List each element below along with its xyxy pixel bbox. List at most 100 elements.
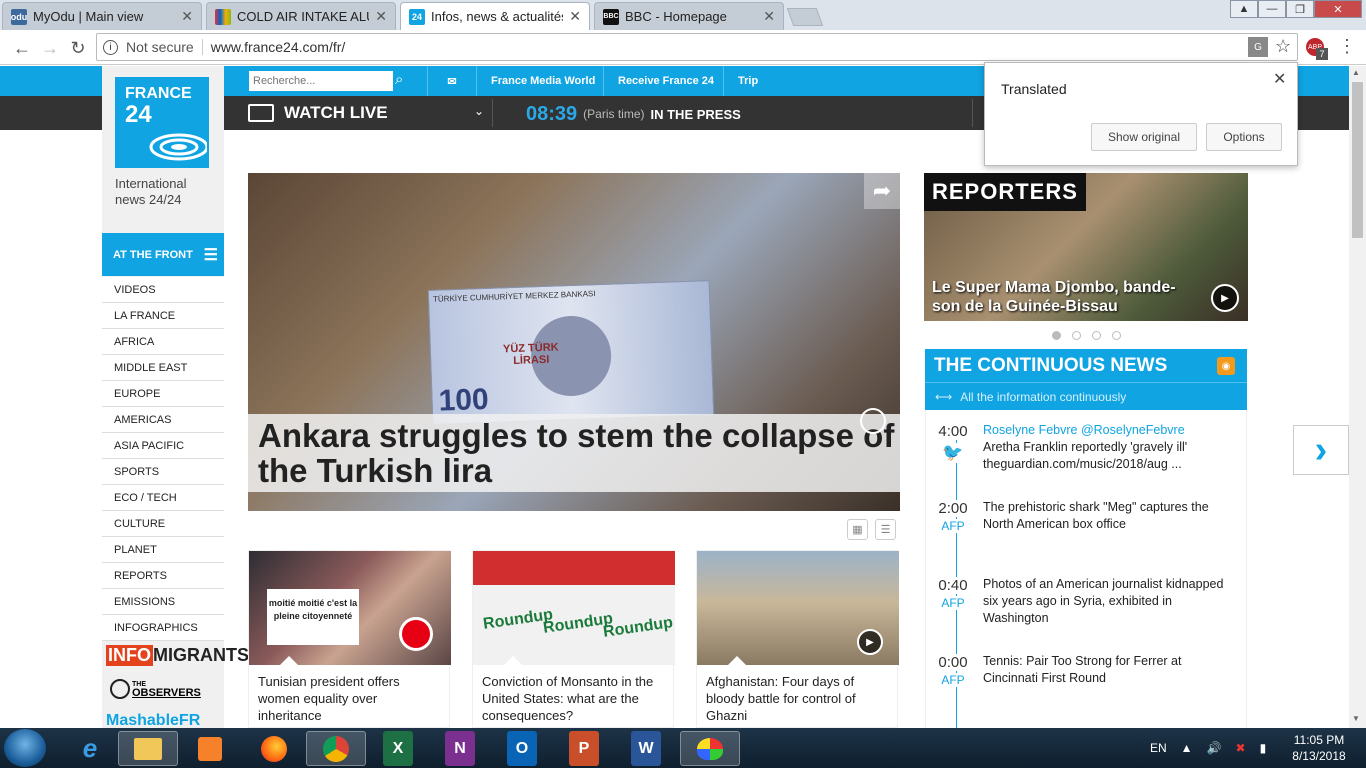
carousel-dot[interactable] [1072,331,1081,340]
play-icon[interactable]: ▶ [1211,284,1239,312]
hero-play-icon[interactable] [860,408,886,434]
word-icon[interactable]: W [631,731,661,766]
hamburger-icon[interactable]: ☰ [204,245,218,265]
network-icon[interactable]: ✖ [1236,741,1246,755]
tab-france24[interactable]: 24 Infos, news & actualités ✕ [400,2,590,30]
menu-videos[interactable]: VIDEOS [102,277,224,303]
mail-icon[interactable]: ✉ [427,66,476,96]
menu-africa[interactable]: AFRICA [102,329,224,355]
press-ticker[interactable]: 08:39 (Paris time) IN THE PRESS [526,100,741,128]
start-button[interactable] [4,729,46,767]
nav-receive-france24[interactable]: Receive France 24 [603,66,728,96]
language-indicator[interactable]: EN [1150,741,1167,755]
close-tab-icon[interactable]: ✕ [569,8,581,25]
share-icon[interactable]: ➦ [864,173,900,209]
minimize-button[interactable]: — [1258,0,1286,18]
paint-icon[interactable] [680,731,740,766]
reload-icon[interactable]: ↻ [66,36,90,60]
scrollbar-thumb[interactable] [1352,82,1363,238]
news-item[interactable]: Photos of an American journalist kidnapp… [983,576,1233,627]
list-view-icon[interactable]: ☰ [875,519,896,540]
hero-title[interactable]: Ankara struggles to stem the collapse of… [258,418,898,488]
volume-icon[interactable]: 🔊 [1207,741,1222,755]
close-tab-icon[interactable]: ✕ [181,8,193,25]
chrome-icon[interactable] [306,731,366,766]
scroll-up-icon[interactable]: ▲ [1352,68,1360,77]
search-icon[interactable]: ⌕ [395,71,403,88]
tab-bbc[interactable]: BBC BBC - Homepage ✕ [594,2,784,30]
article-card[interactable]: ▶ Afghanistan: Four days of bloody battl… [696,550,899,728]
info-icon[interactable]: i [103,39,118,55]
nav-trip[interactable]: Trip [723,66,772,96]
file-explorer-icon[interactable] [118,731,178,766]
close-tab-icon[interactable]: ✕ [375,8,387,25]
menu-planet[interactable]: PLANET [102,537,224,563]
observers-link[interactable]: THE OBSERVERS [110,679,201,699]
carousel-dot[interactable] [1112,331,1121,340]
news-item[interactable]: Tennis: Pair Too Strong for Ferrer at Ci… [983,653,1233,687]
chevron-down-icon[interactable]: ⌄ [474,104,484,118]
france24-logo[interactable]: FRANCE 24 [115,77,209,168]
news-author[interactable]: Roselyne Febvre @RoselyneFebvre [983,422,1233,439]
outlook-icon[interactable]: O [507,731,537,766]
watch-live-button[interactable]: WATCH LIVE [248,100,388,126]
excel-icon[interactable]: X [383,731,413,766]
menu-asia-pacific[interactable]: ASIA PACIFIC [102,433,224,459]
bookmark-star-icon[interactable]: ☆ [1275,36,1291,57]
menu-emissions[interactable]: EMISSIONS [102,589,224,615]
translate-icon[interactable]: G [1248,37,1268,57]
onenote-icon[interactable]: N [445,731,475,766]
options-button[interactable]: Options [1206,123,1282,151]
powerpoint-icon[interactable]: P [569,731,599,766]
article-card[interactable]: Roundup Roundup Roundup Conviction of Mo… [472,550,675,728]
mashable-link[interactable]: MashableFR [106,712,200,728]
carousel-dot[interactable] [1052,331,1061,340]
menu-europe[interactable]: EUROPE [102,381,224,407]
continuous-news-subheader[interactable]: ⟷ All the information continuously [925,382,1247,410]
play-icon[interactable]: ▶ [857,629,883,655]
show-original-button[interactable]: Show original [1091,123,1197,151]
card-caption[interactable]: Tunisian president offers women equality… [258,673,444,724]
next-arrow-icon[interactable]: › [1293,425,1349,475]
card-caption[interactable]: Conviction of Monsanto in the United Sta… [482,673,668,724]
at-the-front-button[interactable]: AT THE FRONT ☰ [102,233,224,276]
reporters-title[interactable]: Le Super Mama Djombo, bande-son de la Gu… [932,278,1202,316]
card-caption[interactable]: Afghanistan: Four days of bloody battle … [706,673,892,724]
menu-sports[interactable]: SPORTS [102,459,224,485]
menu-americas[interactable]: AMERICAS [102,407,224,433]
rss-icon[interactable]: ◉ [1217,357,1235,375]
close-tab-icon[interactable]: ✕ [763,8,775,25]
tab-myodu[interactable]: odu MyOdu | Main view ✕ [2,2,202,30]
tab-cold-air-intake[interactable]: COLD AIR INTAKE ALUMI ✕ [206,2,396,30]
search-input[interactable] [249,71,393,91]
new-tab-button[interactable] [786,8,824,26]
media-player-icon[interactable] [180,731,240,766]
scroll-down-icon[interactable]: ▼ [1352,714,1360,723]
maximize-button[interactable]: ❐ [1286,0,1314,18]
signal-icon[interactable]: ▮ [1260,741,1267,755]
news-item[interactable]: Roselyne Febvre @RoselyneFebvre Aretha F… [983,422,1233,473]
menu-kebab-icon[interactable]: ⋮ [1338,36,1356,57]
taskbar-clock[interactable]: 11:05 PM 8/13/2018 [1284,732,1354,764]
nav-france-media-world[interactable]: France Media World [476,66,609,96]
continuous-news-header[interactable]: THE CONTINUOUS NEWS [925,349,1247,382]
url-text[interactable]: www.france24.com/fr/ [211,39,346,55]
menu-infographics[interactable]: INFOGRAPHICS [102,615,224,641]
menu-reports[interactable]: REPORTS [102,563,224,589]
menu-la-france[interactable]: LA FRANCE [102,303,224,329]
back-arrow-icon[interactable]: ← [10,36,34,60]
infomigrants-link[interactable]: INFO MIGRANTS [106,645,249,666]
menu-eco-tech[interactable]: ECO / TECH [102,485,224,511]
menu-culture[interactable]: CULTURE [102,511,224,537]
news-item[interactable]: The prehistoric shark "Meg" captures the… [983,499,1233,533]
forward-arrow-icon[interactable]: → [38,36,62,60]
article-card[interactable]: moitié moitié c'est la pleine citoyennet… [248,550,451,728]
close-icon[interactable]: ✕ [1273,69,1286,89]
grid-view-icon[interactable]: ▦ [847,519,868,540]
user-profile-icon[interactable]: ▲ [1230,0,1258,18]
tray-expand-icon[interactable]: ▲ [1181,741,1193,755]
address-bar[interactable]: i Not secure www.france24.com/fr/ [96,33,1298,61]
firefox-icon[interactable] [244,731,304,766]
close-window-button[interactable]: ✕ [1314,0,1362,18]
internet-explorer-icon[interactable]: e [60,731,120,766]
